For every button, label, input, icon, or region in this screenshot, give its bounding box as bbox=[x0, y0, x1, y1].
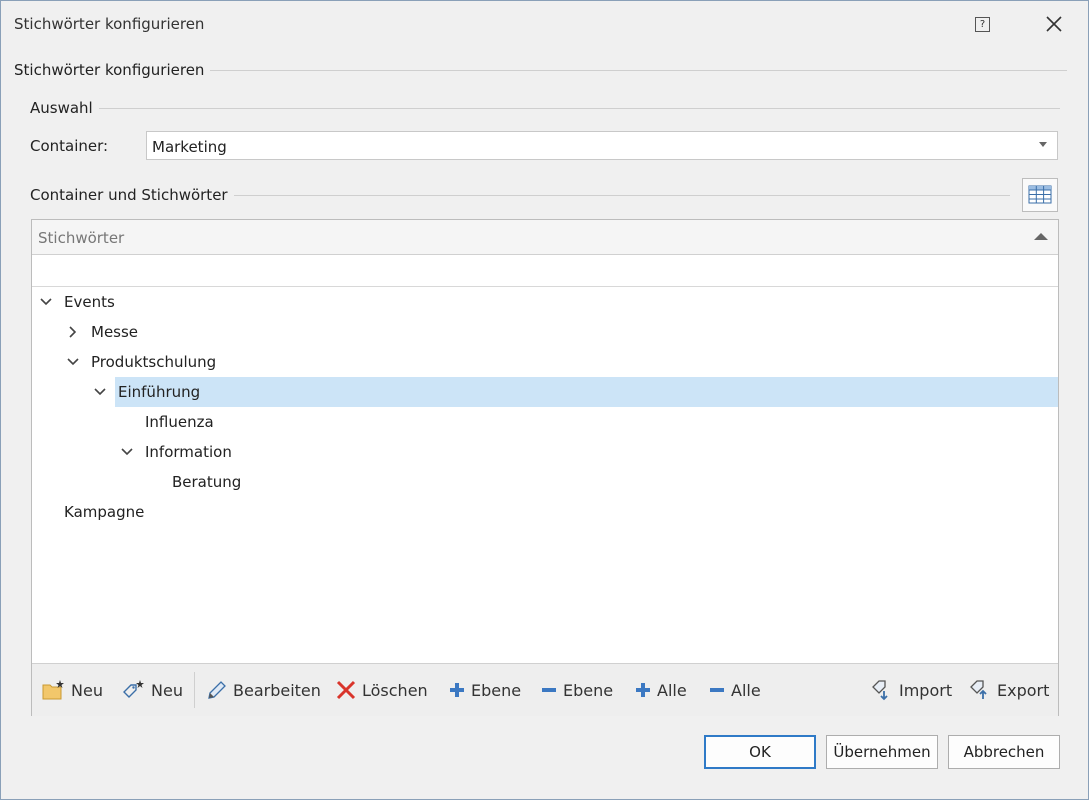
divider bbox=[210, 69, 1067, 71]
new-keyword-button[interactable]: Neu bbox=[122, 678, 183, 702]
group-title: Stichwörter konfigurieren bbox=[14, 61, 205, 79]
new-container-button[interactable]: Neu bbox=[42, 678, 103, 702]
chevron-down-icon bbox=[94, 388, 106, 396]
filter-input[interactable] bbox=[32, 255, 1058, 287]
collapse-level-label: Ebene bbox=[563, 680, 614, 700]
delete-label: Löschen bbox=[362, 680, 428, 700]
tree-node-einfuehrung[interactable]: Einführung bbox=[32, 377, 1058, 407]
new-container-label: Neu bbox=[71, 680, 103, 700]
window-title: Stichwörter konfigurieren bbox=[14, 15, 205, 33]
new-folder-icon bbox=[42, 680, 64, 700]
new-tag-icon bbox=[123, 680, 144, 698]
tree-node-kampagne[interactable]: Kampagne bbox=[32, 497, 1058, 527]
minus-icon bbox=[710, 688, 724, 692]
tree-node-label: Events bbox=[64, 293, 115, 311]
collapse-level-button[interactable]: Ebene bbox=[540, 678, 613, 702]
tree-node-produktschulung[interactable]: Produktschulung bbox=[32, 347, 1058, 377]
help-icon[interactable]: ? bbox=[975, 17, 990, 32]
container-select[interactable]: Marketing bbox=[146, 131, 1058, 160]
sort-ascending-icon bbox=[1034, 233, 1048, 240]
chevron-down-icon[interactable] bbox=[1039, 142, 1047, 147]
tree-node-label: Messe bbox=[91, 323, 139, 341]
delete-x-icon bbox=[336, 680, 356, 700]
export-button[interactable]: Export bbox=[968, 678, 1049, 702]
new-keyword-label: Neu bbox=[151, 680, 183, 700]
selection-title: Auswahl bbox=[30, 99, 93, 117]
title-bar: Stichwörter konfigurieren ? bbox=[1, 1, 1088, 49]
selection-header: Auswahl bbox=[30, 99, 1060, 117]
export-tag-icon bbox=[970, 680, 987, 699]
plus-icon bbox=[450, 683, 464, 697]
container-select-value: Marketing bbox=[152, 138, 227, 156]
chevron-right-icon bbox=[69, 326, 77, 338]
tree-node-label: Einführung bbox=[118, 383, 201, 401]
dialog-window: Stichwörter konfigurieren ? Stichwörter … bbox=[0, 0, 1089, 800]
plus-icon bbox=[636, 683, 650, 697]
pencil-icon bbox=[208, 681, 226, 699]
column-header-label: Stichwörter bbox=[38, 229, 125, 247]
collapse-all-button[interactable]: Alle bbox=[708, 678, 761, 702]
divider bbox=[233, 194, 1010, 196]
minus-icon bbox=[542, 688, 556, 692]
column-header-keywords[interactable]: Stichwörter bbox=[32, 220, 1058, 255]
edit-label: Bearbeiten bbox=[233, 680, 321, 700]
tree-section-header: Container und Stichwörter bbox=[30, 186, 1010, 204]
expand-all-button[interactable]: Alle bbox=[634, 678, 687, 702]
collapse-all-label: Alle bbox=[731, 680, 761, 700]
export-label: Export bbox=[997, 680, 1050, 700]
tree-node-label: Influenza bbox=[145, 413, 214, 431]
expand-level-label: Ebene bbox=[471, 680, 522, 700]
expand-level-button[interactable]: Ebene bbox=[448, 678, 521, 702]
delete-button[interactable]: Löschen bbox=[335, 678, 428, 702]
cancel-button[interactable]: Abbrechen bbox=[948, 735, 1060, 769]
container-label: Container: bbox=[30, 137, 109, 155]
tree-node-label: Kampagne bbox=[64, 503, 145, 521]
divider bbox=[98, 107, 1060, 109]
grid-view-button[interactable] bbox=[1022, 178, 1058, 212]
tree-node-messe[interactable]: Messe bbox=[32, 317, 1058, 347]
tree-section-title: Container und Stichwörter bbox=[30, 186, 228, 204]
expand-all-label: Alle bbox=[657, 680, 687, 700]
tree-node-events[interactable]: Events bbox=[32, 287, 1058, 317]
apply-button[interactable]: Übernehmen bbox=[826, 735, 938, 769]
grid-icon bbox=[1028, 185, 1052, 204]
tree-node-label: Produktschulung bbox=[91, 353, 217, 371]
tree-toolbar: Neu Neu Bearbeiten Löschen Ebene Ebene A… bbox=[32, 663, 1058, 716]
chevron-down-icon bbox=[67, 358, 79, 366]
chevron-down-icon bbox=[40, 298, 52, 306]
tree-node-label: Information bbox=[145, 443, 232, 461]
tree-node-beratung[interactable]: Beratung bbox=[32, 467, 1058, 497]
tree-node-label: Beratung bbox=[172, 473, 242, 491]
import-tag-icon bbox=[872, 680, 888, 701]
import-label: Import bbox=[899, 680, 953, 700]
toolbar-separator bbox=[194, 672, 195, 708]
close-icon[interactable] bbox=[1043, 13, 1065, 35]
tree-node-influenza[interactable]: Influenza bbox=[32, 407, 1058, 437]
ok-button[interactable]: OK bbox=[704, 735, 816, 769]
chevron-down-icon bbox=[121, 448, 133, 456]
keyword-tree-panel: Stichwörter Events Messe Produktschulung… bbox=[31, 219, 1059, 716]
edit-button[interactable]: Bearbeiten bbox=[206, 678, 321, 702]
group-header: Stichwörter konfigurieren bbox=[14, 61, 1067, 79]
import-button[interactable]: Import bbox=[870, 678, 952, 702]
tree-node-information[interactable]: Information bbox=[32, 437, 1058, 467]
selection-highlight bbox=[115, 377, 1058, 407]
